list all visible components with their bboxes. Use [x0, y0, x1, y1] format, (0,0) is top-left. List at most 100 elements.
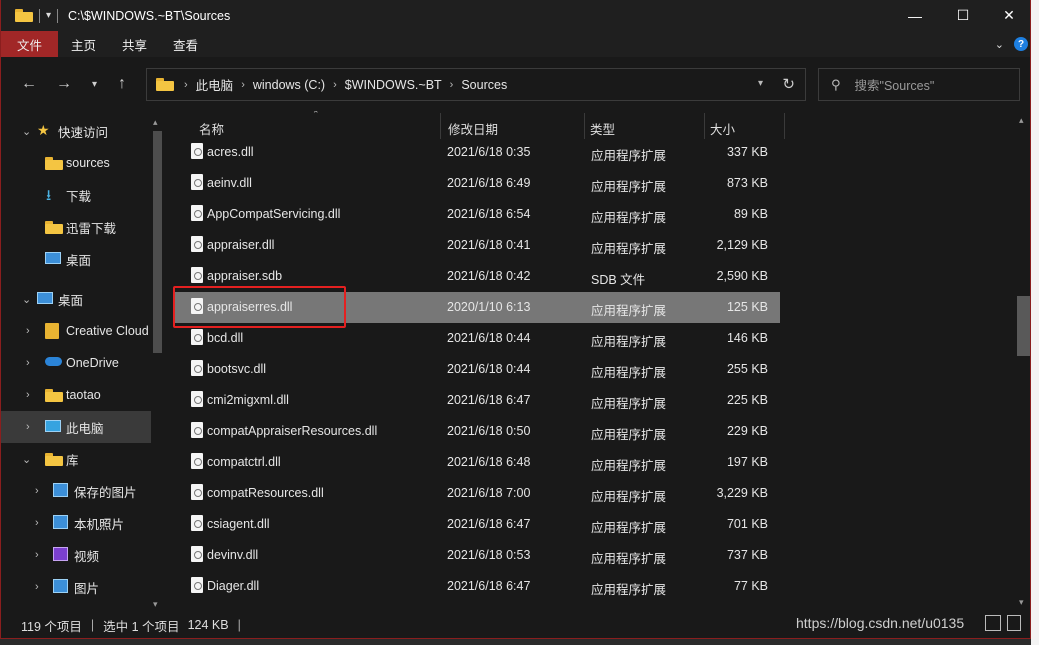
nav-label: 下载: [66, 189, 92, 204]
scroll-up-icon[interactable]: ▴: [153, 117, 158, 128]
chevron-right-icon[interactable]: ›: [331, 79, 339, 91]
nav-item-quick-access[interactable]: ⌄ ★ 快速访问: [1, 115, 151, 147]
recent-locations-dropdown[interactable]: ▾: [92, 79, 97, 90]
chevron-down-icon[interactable]: ⌄: [22, 125, 31, 138]
close-button[interactable]: ✕: [986, 0, 1030, 31]
file-list-scrollbar[interactable]: ▴ ▾: [1015, 111, 1030, 611]
file-row[interactable]: bootsvc.dll 2021/6/18 0:44 应用程序扩展 255 KB: [173, 354, 780, 385]
breadcrumb-windows-bt[interactable]: $WINDOWS.~BT: [339, 78, 448, 92]
maximize-button[interactable]: ☐: [940, 0, 986, 31]
expand-ribbon-chevron-icon[interactable]: ⌄: [995, 38, 1004, 51]
nav-item-downloads[interactable]: ⭳ 下载: [1, 179, 151, 211]
file-row[interactable]: appraiser.dll 2021/6/18 0:41 应用程序扩展 2,12…: [173, 230, 780, 261]
file-date: 2021/6/18 0:41: [447, 238, 531, 252]
file-row[interactable]: aeinv.dll 2021/6/18 6:49 应用程序扩展 873 KB: [173, 168, 780, 199]
file-row[interactable]: devinv.dll 2021/6/18 0:53 应用程序扩展 737 KB: [173, 540, 780, 571]
star-icon: ★: [37, 122, 50, 138]
tab-file[interactable]: 文件: [1, 31, 59, 57]
column-type[interactable]: 类型: [590, 119, 615, 138]
scroll-down-icon[interactable]: ▾: [1019, 597, 1024, 608]
column-divider[interactable]: [704, 113, 705, 139]
nav-item-desktop-quick[interactable]: 桌面: [1, 243, 151, 275]
file-type: 应用程序扩展: [591, 521, 667, 535]
forward-arrow-icon[interactable]: →: [56, 75, 72, 93]
nav-item-library[interactable]: ⌄ 库: [1, 443, 151, 475]
file-row[interactable]: compatAppraiserResources.dll 2021/6/18 0…: [173, 416, 780, 447]
chevron-right-icon[interactable]: ›: [448, 79, 456, 91]
breadcrumb-drive[interactable]: windows (C:): [247, 78, 331, 92]
navigation-pane: ⌄ ★ 快速访问 sources ⭳ 下载 迅雷下载 桌面 ⌄ 桌面 › Cre…: [1, 111, 164, 611]
file-date: 2021/6/18 7:00: [447, 486, 531, 500]
nav-item-taotao[interactable]: › taotao: [1, 379, 151, 411]
file-row[interactable]: AppCompatServicing.dll 2021/6/18 6:54 应用…: [173, 199, 780, 230]
up-arrow-icon[interactable]: ↑: [118, 75, 126, 93]
tab-view[interactable]: 查看: [160, 31, 211, 57]
column-date[interactable]: 修改日期: [448, 119, 498, 138]
file-size: 125 KB: [726, 300, 768, 314]
nav-label: Creative Cloud Files: [66, 324, 151, 338]
chevron-down-icon[interactable]: ⌄: [22, 453, 31, 466]
column-size[interactable]: 大小: [710, 119, 735, 138]
chevron-right-icon[interactable]: ›: [35, 485, 39, 497]
chevron-right-icon[interactable]: ›: [35, 581, 39, 593]
creative-cloud-icon: [45, 323, 59, 339]
refresh-icon[interactable]: ↻: [782, 75, 795, 93]
dll-file-icon: [191, 546, 203, 562]
chevron-right-icon[interactable]: ›: [35, 549, 39, 561]
chevron-right-icon[interactable]: ›: [35, 517, 39, 529]
tab-share[interactable]: 共享: [109, 31, 160, 57]
nav-scrollbar[interactable]: ▴ ▾: [151, 117, 163, 611]
chevron-right-icon[interactable]: ›: [26, 325, 30, 337]
file-size: 197 KB: [726, 455, 768, 469]
large-icons-view-icon[interactable]: [1007, 615, 1021, 631]
nav-item-sources[interactable]: sources: [1, 147, 151, 179]
file-row[interactable]: Diager.dll 2021/6/18 6:47 应用程序扩展 77 KB: [173, 571, 780, 602]
chevron-down-icon[interactable]: ⌄: [22, 293, 31, 306]
minimize-button[interactable]: —: [892, 0, 938, 31]
quick-access-toolbar-dropdown[interactable]: ▾: [46, 10, 51, 21]
search-icon: ⚲: [831, 76, 841, 92]
nav-item-camera-roll[interactable]: › 本机照片: [1, 507, 151, 539]
file-row[interactable]: compatctrl.dll 2021/6/18 6:48 应用程序扩展 197…: [173, 447, 780, 478]
chevron-right-icon[interactable]: ›: [239, 79, 247, 91]
file-row[interactable]: cmi2migxml.dll 2021/6/18 6:47 应用程序扩展 225…: [173, 385, 780, 416]
file-type: SDB 文件: [591, 273, 646, 287]
pictures-icon: [53, 483, 68, 497]
details-view-icon[interactable]: [985, 615, 1001, 631]
file-row[interactable]: csiagent.dll 2021/6/18 6:47 应用程序扩展 701 K…: [173, 509, 780, 540]
column-divider[interactable]: [784, 113, 785, 139]
help-icon[interactable]: ?: [1014, 37, 1028, 51]
chevron-right-icon[interactable]: ›: [26, 389, 30, 401]
tab-home[interactable]: 主页: [58, 31, 109, 57]
file-row[interactable]: acres.dll 2021/6/18 0:35 应用程序扩展 337 KB: [173, 137, 780, 168]
scrollbar-thumb[interactable]: [153, 131, 162, 353]
scrollbar-thumb[interactable]: [1017, 296, 1030, 356]
file-date: 2021/6/18 0:44: [447, 362, 531, 376]
nav-item-desktop[interactable]: ⌄ 桌面: [1, 283, 151, 315]
column-divider[interactable]: [584, 113, 585, 139]
chevron-right-icon[interactable]: ›: [182, 79, 190, 91]
breadcrumb-this-pc[interactable]: 此电脑: [190, 75, 240, 94]
column-name[interactable]: 名称: [199, 119, 224, 138]
address-dropdown-icon[interactable]: ▾: [758, 78, 763, 89]
dll-file-icon: [191, 236, 203, 252]
column-divider[interactable]: [440, 113, 441, 139]
nav-item-creative-cloud[interactable]: › Creative Cloud Files: [1, 315, 151, 347]
scroll-down-icon[interactable]: ▾: [153, 599, 158, 610]
nav-item-xunlei[interactable]: 迅雷下载: [1, 211, 151, 243]
dll-file-icon: [191, 205, 203, 221]
search-input[interactable]: ⚲ 搜索"Sources": [818, 68, 1020, 101]
nav-item-videos[interactable]: › 视频: [1, 539, 151, 571]
nav-item-this-pc[interactable]: › 此电脑: [1, 411, 151, 443]
title-bar: ▾ C:\$WINDOWS.~BT\Sources — ☐ ✕: [1, 0, 1030, 31]
nav-item-onedrive[interactable]: › OneDrive: [1, 347, 151, 379]
nav-item-pictures[interactable]: › 图片: [1, 571, 151, 603]
address-bar[interactable]: › 此电脑 › windows (C:) › $WINDOWS.~BT › So…: [146, 68, 806, 101]
nav-item-saved-pictures[interactable]: › 保存的图片: [1, 475, 151, 507]
chevron-right-icon[interactable]: ›: [26, 357, 30, 369]
file-row[interactable]: compatResources.dll 2021/6/18 7:00 应用程序扩…: [173, 478, 780, 509]
chevron-right-icon[interactable]: ›: [26, 421, 30, 433]
back-arrow-icon[interactable]: ←: [21, 75, 37, 93]
scroll-up-icon[interactable]: ▴: [1019, 115, 1024, 126]
breadcrumb-sources[interactable]: Sources: [455, 78, 513, 92]
